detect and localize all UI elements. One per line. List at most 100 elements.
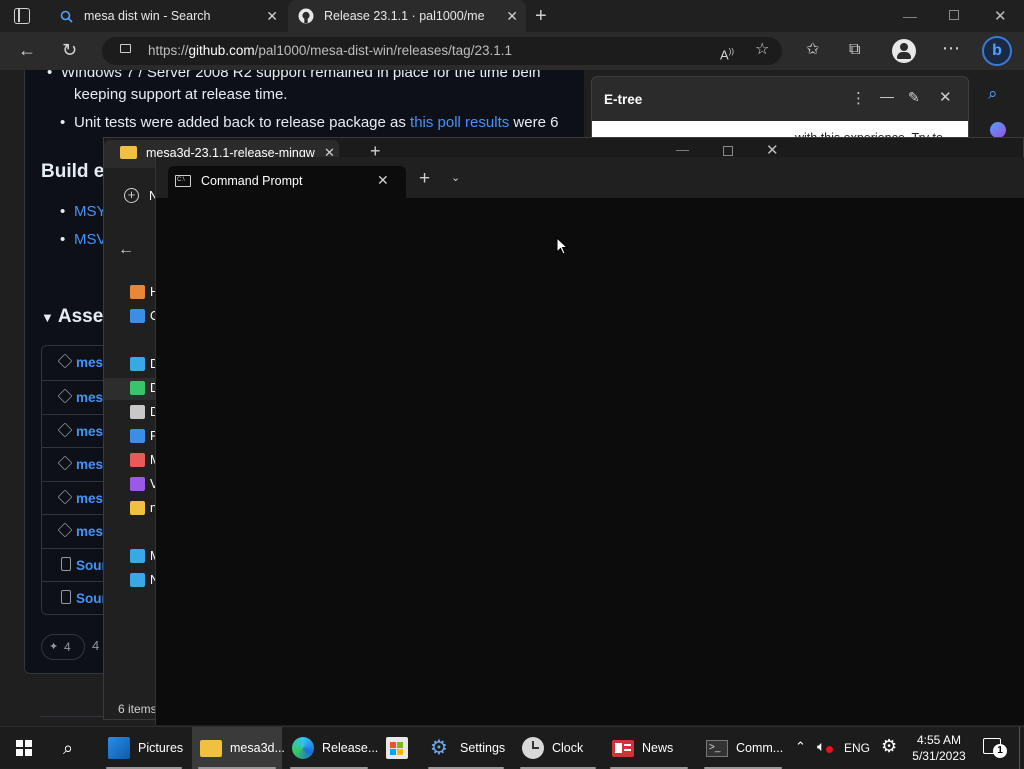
taskbar-app-command-prompt[interactable]: >_ Comm...: [698, 727, 788, 769]
bing-copilot-icon[interactable]: b: [982, 36, 1012, 66]
back-arrow-icon[interactable]: ←: [18, 41, 36, 59]
add-favorite-icon[interactable]: ☆: [755, 42, 769, 58]
address-bar[interactable]: https://github.com/pal1000/mesa-dist-win…: [102, 37, 782, 65]
browser-tab-github[interactable]: Release 23.1.1 · pal1000/mesa-di ✕: [288, 0, 526, 32]
profile-avatar-icon[interactable]: [892, 39, 916, 63]
chevron-down-icon[interactable]: ⌄: [451, 171, 460, 184]
gear-icon[interactable]: ⚙: [881, 736, 897, 757]
browser-tab-search[interactable]: mesa dist win - Search ✕: [48, 0, 286, 32]
package-icon: [57, 353, 73, 369]
close-tab-icon[interactable]: ✕: [266, 8, 278, 25]
favorites-icon[interactable]: ✩: [806, 42, 819, 58]
taskbar-app-clock[interactable]: Clock: [514, 727, 602, 769]
nav-item[interactable]: M: [104, 450, 160, 472]
restore-icon[interactable]: [949, 10, 959, 20]
terminal-output[interactable]: [156, 198, 1024, 725]
package-icon: [57, 422, 73, 438]
new-item-icon[interactable]: +: [124, 188, 139, 203]
build-item-link[interactable]: • MSV: [60, 229, 107, 251]
pictures-icon: [130, 429, 145, 443]
close-tab-icon[interactable]: ✕: [506, 8, 518, 25]
build-item-link[interactable]: • MSY: [60, 201, 107, 223]
nav-item[interactable]: D: [104, 402, 159, 424]
edge-icon: [292, 737, 314, 759]
reaction-count: 4: [64, 640, 71, 654]
folder-icon: [200, 739, 222, 757]
folder-icon: [130, 501, 145, 515]
documents-icon: [130, 405, 145, 419]
refresh-icon[interactable]: ↻: [62, 41, 77, 59]
photos-icon: [108, 737, 130, 759]
videos-icon: [130, 477, 145, 491]
tab-actions-icon[interactable]: [14, 8, 30, 24]
nav-item[interactable]: N: [104, 570, 159, 592]
taskbar-app-label: Clock: [552, 741, 584, 755]
taskbar-app-label: Pictures: [138, 741, 184, 755]
taskbar-app-store[interactable]: [378, 727, 418, 769]
clock-date: 5/31/2023: [912, 749, 966, 763]
minimize-icon[interactable]: —: [676, 142, 689, 157]
maximize-icon[interactable]: [723, 146, 733, 156]
bullet-line-continued: keeping support at release time.: [74, 86, 288, 103]
bullet-line: • Windows 7 / Server 2008 R2 support rema…: [47, 70, 541, 81]
nav-item[interactable]: O: [104, 306, 160, 328]
nav-item[interactable]: H: [104, 282, 159, 304]
downloads-icon: [130, 381, 145, 395]
search-icon: [58, 8, 74, 24]
nav-item[interactable]: V: [104, 474, 158, 496]
show-desktop-button[interactable]: [1019, 727, 1020, 769]
cmd-icon: C:\: [175, 175, 191, 187]
build-heading: Build e: [41, 161, 105, 182]
volume-muted-icon[interactable]: 🔈︎: [817, 738, 833, 755]
taskbar-app-news[interactable]: News: [604, 727, 694, 769]
notification-count: 1: [993, 744, 1007, 758]
more-menu-icon[interactable]: ⋯: [942, 39, 960, 57]
network-icon: [130, 573, 145, 587]
nav-item[interactable]: D: [104, 378, 159, 400]
windows-start-icon[interactable]: [16, 740, 32, 756]
news-icon: [612, 739, 634, 757]
assets-heading[interactable]: ▼ Asset: [41, 306, 110, 328]
reaction-button[interactable]: ✦ 4: [41, 634, 85, 660]
item-count-status: 6 items: [118, 702, 157, 716]
notification-center-icon[interactable]: 1: [983, 738, 1007, 758]
minimize-icon[interactable]: —: [903, 8, 917, 24]
nav-item[interactable]: P: [104, 426, 158, 448]
back-arrow-icon[interactable]: ←: [118, 241, 134, 259]
etree-title: E-tree: [604, 92, 643, 107]
terminal-tab[interactable]: C:\ Command Prompt ✕: [168, 166, 406, 198]
new-tab-icon[interactable]: +: [535, 5, 547, 28]
nav-item[interactable]: D: [104, 354, 159, 376]
nav-item[interactable]: M: [104, 546, 160, 568]
taskbar-app-label: Release...: [322, 741, 379, 755]
read-aloud-icon[interactable]: A)): [720, 44, 734, 63]
file-zip-icon: [61, 590, 71, 604]
cmd-icon: >_: [706, 739, 728, 757]
language-indicator[interactable]: ENG: [844, 741, 870, 755]
sidebar-search-icon[interactable]: ⌕: [988, 84, 998, 104]
close-icon[interactable]: ✕: [939, 88, 952, 106]
system-clock[interactable]: 4:55 AM 5/31/2023: [906, 732, 972, 764]
pin-icon[interactable]: ✎: [908, 89, 920, 106]
command-prompt-window[interactable]: C:\ Command Prompt ✕ + ⌄: [155, 157, 1024, 725]
search-icon[interactable]: ⌕: [63, 738, 73, 759]
url-prefix: https://: [148, 43, 189, 58]
new-tab-icon[interactable]: +: [419, 168, 430, 190]
taskbar-app-edge[interactable]: Release...: [284, 727, 378, 769]
taskbar-app-settings[interactable]: ⚙ Settings: [422, 727, 510, 769]
package-icon: [57, 522, 73, 538]
close-window-icon[interactable]: ✕: [994, 7, 1007, 25]
github-icon: [298, 8, 314, 24]
collections-icon[interactable]: ⧉: [849, 42, 860, 58]
nav-item[interactable]: n: [104, 498, 157, 520]
chevron-up-icon[interactable]: ⌃: [795, 739, 806, 755]
url-host: github.com: [188, 43, 255, 58]
close-tab-icon[interactable]: ✕: [377, 172, 389, 189]
poll-results-link[interactable]: this poll results: [410, 114, 509, 131]
taskbar-app-pictures[interactable]: Pictures: [100, 727, 188, 769]
minimize-icon[interactable]: —: [880, 88, 894, 104]
sidebar-copilot-icon[interactable]: [990, 122, 1006, 138]
browser-tab-strip: mesa dist win - Search ✕ Release 23.1.1 …: [0, 0, 1024, 32]
taskbar-app-explorer[interactable]: mesa3d...: [192, 727, 285, 769]
more-options-icon[interactable]: ⋮: [851, 89, 866, 107]
